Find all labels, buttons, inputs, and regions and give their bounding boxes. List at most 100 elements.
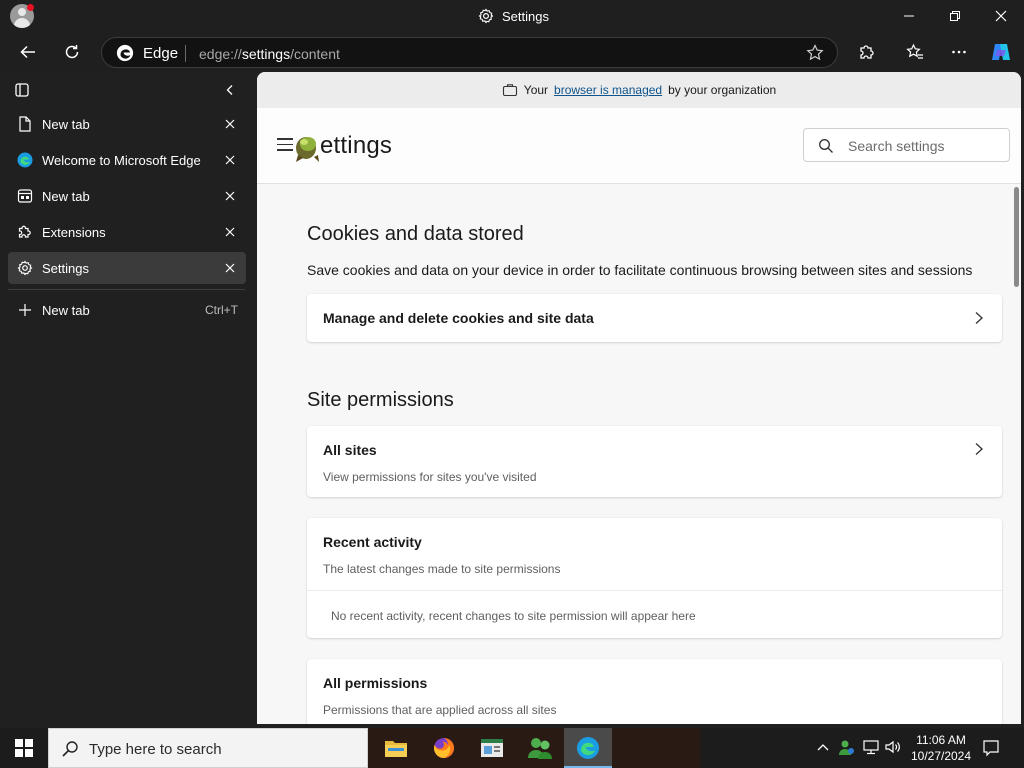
favorite-star-icon[interactable]: [805, 43, 825, 63]
cookies-section-title: Cookies and data stored: [307, 223, 524, 245]
window-title: Settings: [478, 8, 549, 24]
site-permissions-title: Site permissions: [307, 389, 454, 411]
folder-icon: [385, 741, 407, 757]
tab-welcome-edge[interactable]: Welcome to Microsoft Edge: [8, 144, 246, 176]
back-arrow-icon: [20, 45, 35, 59]
taskbar-search-box[interactable]: Type here to search: [48, 728, 368, 768]
chevron-right-icon: [975, 312, 983, 324]
card-divider: [307, 590, 1002, 591]
close-tab-icon[interactable]: [222, 224, 238, 240]
tab-settings[interactable]: Settings: [8, 252, 246, 284]
search-settings-box[interactable]: [803, 128, 1010, 162]
taskbar-search-placeholder: Type here to search: [89, 741, 222, 758]
url-text[interactable]: edge://settings/content: [199, 46, 340, 62]
collapse-panel-button[interactable]: [214, 74, 246, 106]
settings-scroll-area[interactable]: Cookies and data stored Save cookies and…: [257, 185, 1021, 724]
windows-taskbar: Type here to search 11:06 AM 10/27/2024: [0, 728, 1024, 768]
notification-center-icon[interactable]: [982, 739, 1000, 757]
managed-notice: Your browser is managed by your organiza…: [257, 72, 1021, 108]
taskbar-file-explorer[interactable]: [372, 728, 420, 768]
tab-label: Extensions: [42, 224, 106, 240]
windows-logo-icon: [15, 739, 33, 757]
close-icon: [995, 10, 1007, 22]
clock-time: 11:06 AM: [916, 733, 966, 747]
close-tab-icon[interactable]: [222, 260, 238, 276]
chevron-right-icon: [975, 443, 983, 455]
favorites-button[interactable]: [899, 36, 931, 68]
tab-extensions[interactable]: Extensions: [8, 216, 246, 248]
tab-actions-button[interactable]: [6, 74, 38, 106]
url-suffix: /content: [290, 46, 340, 62]
close-tab-icon[interactable]: [222, 116, 238, 132]
search-input[interactable]: [848, 136, 998, 156]
edge-label: Edge: [143, 45, 179, 62]
restore-button[interactable]: [932, 0, 978, 32]
tab-panel-icon: [15, 83, 29, 97]
close-window-button[interactable]: [978, 0, 1024, 32]
all-sites-card[interactable]: All sites View permissions for sites you…: [307, 426, 1002, 497]
recent-activity-empty-note: No recent activity, recent changes to si…: [331, 609, 696, 623]
edge-icon: [577, 737, 599, 759]
managed-suffix: by your organization: [668, 83, 777, 97]
start-button[interactable]: [0, 728, 48, 768]
minimize-button[interactable]: [886, 0, 932, 32]
green-blob-icon: [296, 137, 319, 162]
settings-header: ettings: [257, 108, 1021, 184]
edge-icon: [16, 151, 34, 169]
gear-icon: [478, 8, 494, 24]
scrollbar-thumb[interactable]: [1014, 187, 1019, 287]
url-prefix: edge://: [199, 46, 242, 62]
plus-icon: [16, 301, 34, 319]
user-status-icon[interactable]: [837, 738, 855, 756]
taskbar-edge[interactable]: [564, 728, 612, 768]
restore-icon: [950, 11, 960, 21]
edge-logo-icon: [116, 44, 134, 62]
network-icon[interactable]: [862, 738, 880, 756]
vertical-tabs-panel: New tab Welcome to Microsoft Edge New ta…: [0, 72, 257, 728]
taskbar-people-app[interactable]: [516, 728, 564, 768]
back-button[interactable]: [12, 36, 44, 68]
tab-new-tab-2[interactable]: New tab: [8, 180, 246, 212]
browser-toolbar: Edge edge://settings/content: [0, 32, 1024, 72]
close-tab-icon[interactable]: [222, 152, 238, 168]
taskbar-firefox[interactable]: [420, 728, 468, 768]
title-bar: Settings: [0, 0, 1024, 32]
search-icon: [819, 139, 833, 153]
volume-icon[interactable]: [884, 738, 902, 756]
sidebar-divider: [8, 289, 245, 290]
new-tab-label: New tab: [42, 302, 90, 318]
extensions-button[interactable]: [851, 36, 883, 68]
refresh-icon: [65, 45, 79, 59]
more-menu-button[interactable]: [943, 36, 975, 68]
minimize-icon: [904, 15, 914, 17]
address-bar[interactable]: Edge edge://settings/content: [101, 37, 838, 68]
tab-label: Welcome to Microsoft Edge: [42, 152, 201, 168]
managed-prefix: Your: [523, 83, 549, 97]
all-permissions-card[interactable]: All permissions Permissions that are app…: [307, 659, 1002, 724]
browser-managed-link[interactable]: browser is managed: [554, 83, 662, 97]
close-tab-icon[interactable]: [222, 188, 238, 204]
browser-window: Settings Edge edge://settings/content Ne…: [0, 0, 1024, 768]
refresh-button[interactable]: [56, 36, 88, 68]
tab-label: New tab: [42, 188, 90, 204]
puzzle-icon: [860, 45, 874, 59]
recent-activity-card: Recent activity The latest changes made …: [307, 518, 1002, 638]
cookies-section-description: Save cookies and data on your device in …: [307, 262, 973, 278]
recent-activity-subtitle: The latest changes made to site permissi…: [323, 562, 561, 576]
chevron-left-icon: [226, 85, 233, 95]
show-hidden-icons-chevron-up-icon[interactable]: [814, 738, 832, 756]
tab-label: New tab: [42, 116, 90, 132]
taskbar-apps: [368, 728, 700, 768]
taskbar-clock[interactable]: 11:06 AM 10/27/2024: [906, 732, 976, 764]
recent-activity-title: Recent activity: [323, 534, 422, 550]
tab-new-tab-1[interactable]: New tab: [8, 108, 246, 140]
copilot-button[interactable]: [985, 36, 1017, 68]
hamburger-menu-button[interactable]: [277, 138, 293, 152]
firefox-icon: [433, 738, 455, 758]
manage-cookies-card[interactable]: Manage and delete cookies and site data: [307, 294, 1002, 342]
taskbar-app-window[interactable]: [468, 728, 516, 768]
gear-icon: [16, 259, 34, 277]
all-permissions-subtitle: Permissions that are applied across all …: [323, 703, 557, 717]
copilot-icon: [992, 44, 1010, 60]
all-sites-title: All sites: [323, 442, 377, 458]
